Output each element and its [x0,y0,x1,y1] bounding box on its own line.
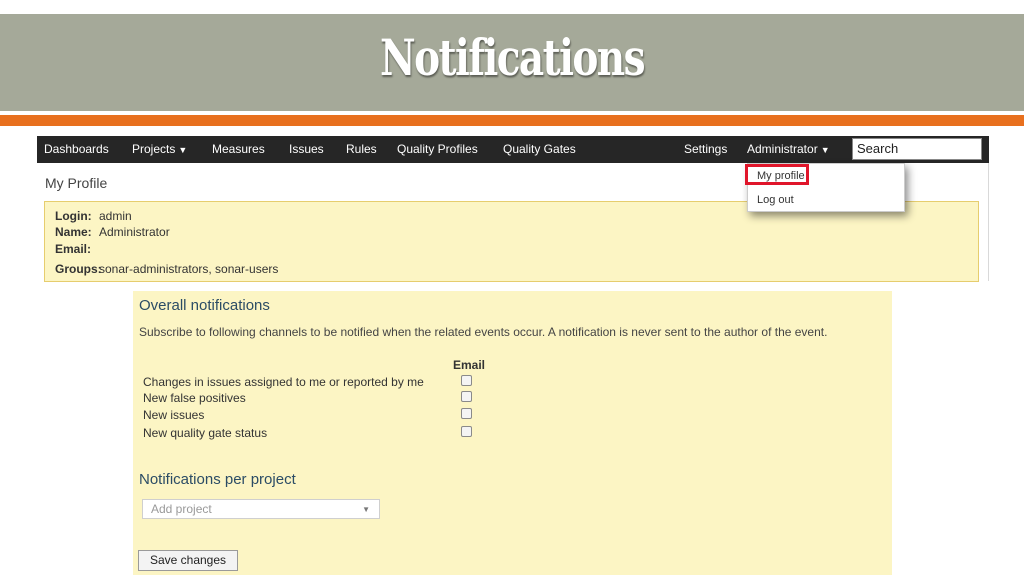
page-title: My Profile [45,175,108,191]
profile-groups-label: Groups: [55,262,102,276]
nav-rules[interactable]: Rules [346,136,377,163]
nav-quality-profiles[interactable]: Quality Profiles [397,136,478,163]
profile-info-panel: Login: admin Name: Administrator Email: Gr… [44,201,979,282]
email-checkbox-quality-gate[interactable] [461,426,472,437]
profile-login-row: Login: admin [55,209,132,223]
email-checkbox-changes-in-issues[interactable] [461,375,472,386]
chevron-down-icon: ▼ [362,505,370,514]
email-checkbox-new-issues[interactable] [461,408,472,419]
profile-login-value: admin [99,209,132,223]
notifications-panel: Overall notifications Subscribe to follo… [133,291,892,575]
notification-row-label: New false positives [143,391,246,405]
caret-down-icon: ▼ [820,145,830,155]
content-border [988,163,989,281]
profile-name-label: Name: [55,225,92,239]
caret-down-icon: ▼ [178,145,188,155]
email-column-header: Email [453,358,486,372]
nav-projects-label: Projects [132,142,176,156]
notifications-description: Subscribe to following channels to be no… [139,325,828,339]
nav-user-menu[interactable]: Administrator ▼ [747,136,830,163]
profile-email-row: Email: [55,242,99,256]
slide-title: Notifications [380,28,646,87]
user-menu-label: Administrator [747,142,818,156]
nav-dashboards[interactable]: Dashboards [44,136,109,163]
notification-row-label: New issues [143,408,205,422]
highlight-annotation [745,164,809,185]
per-project-heading: Notifications per project [139,471,296,488]
profile-name-row: Name: Administrator [55,225,170,239]
profile-name-value: Administrator [99,225,170,239]
notification-row-label: New quality gate status [143,426,268,440]
add-project-placeholder: Add project [151,502,212,516]
menu-item-log-out[interactable]: Log out [757,194,794,206]
search-input[interactable]: Search [852,138,982,160]
save-changes-button[interactable]: Save changes [138,550,238,571]
nav-measures[interactable]: Measures [212,136,265,163]
profile-email-label: Email: [55,242,92,256]
notification-row-label: Changes in issues assigned to me or repo… [143,375,424,389]
profile-login-label: Login: [55,209,92,223]
nav-settings[interactable]: Settings [684,136,727,163]
profile-groups-value: sonar-administrators, sonar-users [99,262,279,276]
overall-notifications-heading: Overall notifications [139,297,270,314]
nav-issues[interactable]: Issues [289,136,324,163]
banner-accent-stripe [0,115,1024,126]
top-navbar: Dashboards Projects ▼ Measures Issues Rul… [37,136,989,163]
email-checkbox-false-positives[interactable] [461,391,472,402]
nav-projects[interactable]: Projects ▼ [132,136,187,163]
add-project-select[interactable]: Add project ▼ [142,499,380,519]
nav-quality-gates[interactable]: Quality Gates [503,136,576,163]
profile-groups-row: Groups:sonar-administrators, sonar-users [55,262,278,276]
